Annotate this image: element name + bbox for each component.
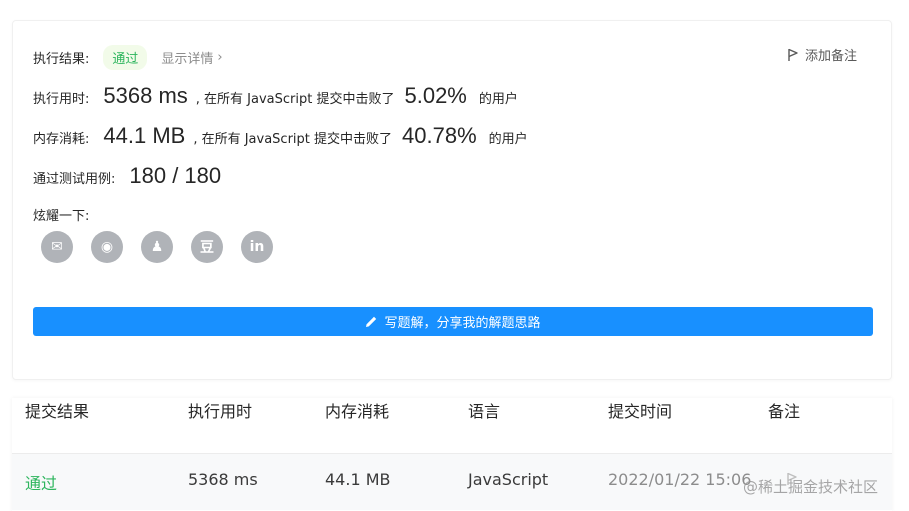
runtime-row: 执行用时: 5368 ms , 在所有 JavaScript 提交中击败了 5.… [33, 83, 518, 109]
share-row: 炫耀一下: [33, 205, 89, 224]
wechat-icon: ✉ [51, 239, 63, 255]
submission-result-card: 执行结果: 通过 显示详情 › 添加备注 执行用时: 5368 ms , 在所有… [12, 20, 892, 380]
tests-value: 180 / 180 [129, 163, 222, 188]
header-submit-time: 提交时间 [608, 402, 673, 421]
row-submit-time: 2022/01/22 15:06 [608, 470, 752, 489]
qq-icon: ♟ [150, 239, 164, 255]
show-details-label: 显示详情 [161, 52, 214, 67]
douban-share-button[interactable]: 豆 [191, 231, 223, 263]
douban-icon: 豆 [200, 240, 214, 256]
memory-middle-text: , 在所有 JavaScript 提交中击败了 [193, 132, 393, 147]
share-label: 炫耀一下: [33, 209, 90, 224]
chevron-right-icon: › [217, 50, 223, 65]
add-note-label: 添加备注 [804, 49, 857, 64]
row-memory: 44.1 MB [325, 470, 391, 489]
runtime-value: 5368 ms [103, 83, 188, 108]
header-language: 语言 [468, 402, 501, 421]
header-result: 提交结果 [25, 402, 90, 421]
linkedin-share-button[interactable]: in [241, 231, 273, 263]
flag-icon [788, 48, 798, 61]
runtime-suffix: 的用户 [478, 92, 518, 107]
result-row: 执行结果: 通过 显示详情 › [33, 45, 223, 70]
table-header [12, 398, 892, 454]
memory-suffix: 的用户 [488, 132, 528, 147]
header-memory: 内存消耗 [325, 402, 390, 421]
memory-row: 内存消耗: 44.1 MB , 在所有 JavaScript 提交中击败了 40… [33, 123, 528, 149]
weibo-icon: ◉ [100, 239, 114, 255]
row-result-link[interactable]: 通过 [25, 470, 57, 494]
weibo-share-button[interactable]: ◉ [91, 231, 123, 263]
memory-percent: 40.78% [402, 123, 477, 148]
tests-row: 通过测试用例: 180 / 180 [33, 163, 221, 189]
tests-label: 通过测试用例: [33, 172, 116, 187]
status-badge: 通过 [103, 45, 148, 70]
write-solution-button[interactable]: 写题解，分享我的解题思路 [33, 307, 873, 336]
pencil-icon [366, 316, 377, 327]
qq-share-button[interactable]: ♟ [141, 231, 173, 263]
watermark-text: @稀土掘金技术社区 [742, 478, 878, 496]
row-runtime: 5368 ms [188, 470, 258, 489]
runtime-percent: 5.02% [404, 83, 467, 108]
write-solution-label: 写题解，分享我的解题思路 [384, 316, 541, 331]
header-note: 备注 [768, 402, 801, 421]
linkedin-icon: in [249, 239, 265, 255]
watermark: @稀土掘金技术社区 [743, 476, 878, 497]
memory-label: 内存消耗: [33, 132, 90, 147]
add-note-button[interactable]: 添加备注 [787, 45, 857, 64]
submissions-table: 提交结果 执行用时 内存消耗 语言 提交时间 备注 通过 5368 ms 44.… [12, 398, 892, 511]
wechat-share-button[interactable]: ✉ [41, 231, 73, 263]
runtime-middle-text: , 在所有 JavaScript 提交中击败了 [195, 92, 395, 107]
show-details-link[interactable]: 显示详情 › [161, 48, 222, 67]
memory-value: 44.1 MB [103, 123, 186, 148]
header-runtime: 执行用时 [188, 402, 253, 421]
result-label: 执行结果: [33, 52, 90, 67]
row-language: JavaScript [468, 470, 549, 489]
share-buttons: ✉ ◉ ♟ 豆 in [41, 231, 273, 263]
runtime-label: 执行用时: [33, 92, 90, 107]
